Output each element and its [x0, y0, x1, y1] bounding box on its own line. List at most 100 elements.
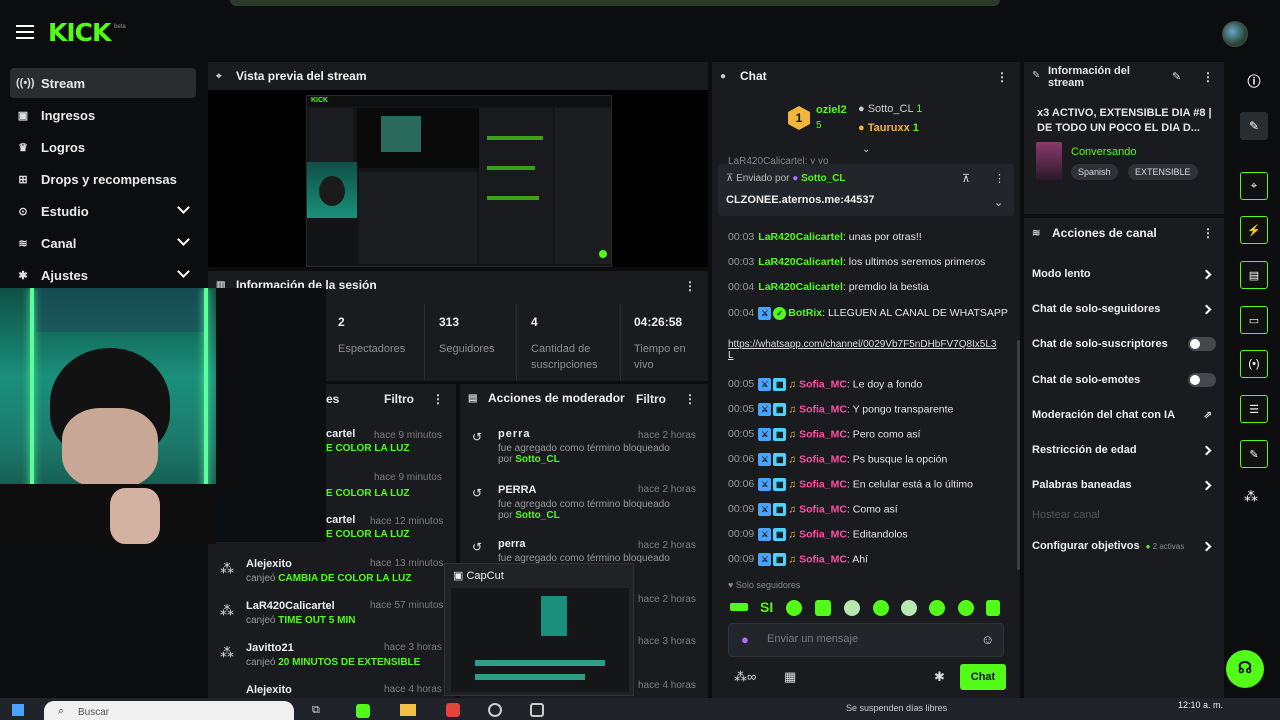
- windows-start-icon[interactable]: [12, 704, 24, 716]
- chevron-down-icon[interactable]: ⌄: [862, 144, 870, 155]
- history-icon: ↺: [472, 540, 483, 554]
- notepad-icon[interactable]: ▤: [1240, 261, 1268, 289]
- layout-icon[interactable]: ☰: [1240, 395, 1268, 423]
- rewards-filter-button[interactable]: Filtro: [384, 392, 414, 406]
- info-icon[interactable]: ⓘ: [1240, 68, 1268, 96]
- chat-icon[interactable]: ▭: [1240, 306, 1268, 334]
- category-thumbnail[interactable]: [1036, 142, 1062, 180]
- emote-bar: SI: [728, 598, 1004, 618]
- emote-si[interactable]: SI: [760, 599, 773, 615]
- followers-only-label: Solo seguidores: [735, 580, 801, 590]
- tag-chip[interactable]: Spanish: [1071, 164, 1118, 180]
- capcut-window[interactable]: ▣ CapCut: [444, 563, 634, 696]
- age-restriction-row[interactable]: Restricción de edad: [1032, 440, 1216, 460]
- kick-logo[interactable]: KICK: [48, 18, 111, 47]
- headset-icon[interactable]: ☊: [1226, 650, 1264, 688]
- subscribers-only-row[interactable]: Chat de solo-suscriptores: [1032, 334, 1216, 354]
- sidebar-item-canal[interactable]: ≋ Canal: [10, 228, 196, 258]
- gear-icon[interactable]: ✱: [934, 669, 945, 685]
- app-icon[interactable]: [446, 703, 460, 717]
- pinned-menu-icon[interactable]: ⋮: [994, 172, 1005, 185]
- chevron-right-icon: [1201, 445, 1212, 455]
- pencil-icon[interactable]: ✎: [1240, 112, 1268, 140]
- session-menu-icon[interactable]: ⋮: [684, 279, 696, 293]
- emote-icon[interactable]: [901, 600, 917, 616]
- emote-icon[interactable]: [815, 600, 831, 616]
- webcam-overlay: [0, 288, 216, 544]
- folder-icon[interactable]: [400, 704, 416, 716]
- sidebar-item-drops[interactable]: ⊞ Drops y recompensas: [10, 164, 196, 194]
- channel-icon: ≋: [1032, 227, 1041, 239]
- notepad-icon: ▤: [468, 392, 478, 404]
- ai-moderation-row[interactable]: Moderación del chat con IA ⇗: [1032, 405, 1216, 425]
- emoji-icon[interactable]: ☺: [981, 632, 994, 647]
- sidebar-item-estudio[interactable]: ⊙ Estudio: [10, 196, 196, 226]
- chat-link[interactable]: https://whatsapp.com/channel/0029Vb7F5nD…: [728, 339, 1002, 361]
- sidebar-item-logros[interactable]: ♛ Logros: [10, 132, 196, 162]
- chevron-down-icon[interactable]: ⌄: [994, 196, 1003, 209]
- tag-chip[interactable]: EXTENSIBLE: [1128, 164, 1198, 180]
- notification-text[interactable]: Se suspenden días libres: [846, 703, 947, 713]
- emote-icon[interactable]: [873, 600, 889, 616]
- capcut-icon: ▣: [453, 570, 464, 582]
- slow-mode-row[interactable]: Modo lento: [1032, 264, 1216, 284]
- emote-icon[interactable]: [730, 603, 748, 611]
- broadcast-icon[interactable]: (•): [1240, 350, 1268, 378]
- subscribers-only-toggle[interactable]: [1188, 337, 1216, 351]
- chat-menu-icon[interactable]: ⋮: [996, 70, 1008, 84]
- chat-message: 00:04 LaR420Calicartel: premdio la bestia: [728, 281, 929, 293]
- chat-message: 00:09 ⚔ ▦ ♫ Sofia_MC: Editandolos: [728, 528, 908, 541]
- task-view-icon[interactable]: ⧉: [312, 704, 320, 717]
- chat-input[interactable]: ● Enviar un mensaje ☺: [728, 623, 1004, 657]
- unpin-icon[interactable]: ⊼: [962, 172, 970, 185]
- channel-actions-menu-icon[interactable]: ⋮: [1202, 226, 1214, 240]
- moderator-badge-icon: ⚔: [758, 306, 772, 320]
- send-chat-button[interactable]: Chat: [960, 664, 1006, 690]
- chat-icon: ●: [720, 70, 727, 82]
- stream-preview-video[interactable]: KICK: [306, 95, 612, 267]
- sidebar-item-stream[interactable]: ((•)) Stream: [10, 68, 196, 98]
- store-icon[interactable]: ▦: [784, 669, 796, 685]
- chat-message: 00:05 ⚔ ▦ ♫ Sofia_MC: Y pongo transparente: [728, 403, 954, 416]
- bolt-icon[interactable]: ⚡: [1240, 216, 1268, 244]
- chat-message: 00:03 LaR420Calicartel: los ultimos serem…: [728, 256, 986, 268]
- share-icon[interactable]: ⁂∞: [734, 669, 756, 685]
- mod-menu-icon[interactable]: ⋮: [684, 392, 696, 406]
- stream-info-menu-icon[interactable]: ⋮: [1202, 70, 1214, 84]
- rewards-menu-icon[interactable]: ⋮: [432, 392, 444, 406]
- chat-scrollbar[interactable]: [1017, 340, 1020, 570]
- clock[interactable]: 12:10 a. m.: [1178, 700, 1223, 710]
- banned-words-row[interactable]: Palabras baneadas: [1032, 475, 1216, 495]
- chat-message: 00:09 ⚔ ▦ ♫ Sofia_MC: Ahí: [728, 553, 868, 566]
- mod-filter-button[interactable]: Filtro: [636, 392, 666, 406]
- share-icon[interactable]: ⁂: [1244, 488, 1258, 505]
- pencil-icon[interactable]: ✎: [1172, 70, 1181, 83]
- wallet-icon: ▣: [17, 109, 29, 122]
- emote-icon[interactable]: [958, 600, 974, 616]
- sidebar-item-ajustes[interactable]: ✱ Ajustes: [10, 260, 196, 290]
- menu-icon[interactable]: [16, 25, 34, 39]
- sidebar-item-ingresos[interactable]: ▣ Ingresos: [10, 100, 196, 130]
- emotes-only-row[interactable]: Chat de solo-emotes: [1032, 370, 1216, 390]
- wrench-icon[interactable]: ✎: [1240, 440, 1268, 468]
- category-link[interactable]: Conversando: [1071, 146, 1136, 158]
- chat-message: 00:05 ⚔ ▦ ♫ Sofia_MC: Le doy a fondo: [728, 378, 923, 391]
- pinned-text: CLZONEE.aternos.me:44537: [726, 194, 875, 206]
- app-icon[interactable]: [488, 703, 502, 717]
- stream-info-title: Información del stream: [1048, 65, 1130, 89]
- logo-beta-tag: beta: [114, 24, 126, 30]
- top-gifter-name[interactable]: oziel2: [816, 104, 847, 116]
- followers-only-row[interactable]: Chat de solo-seguidores: [1032, 299, 1216, 319]
- emote-icon[interactable]: [844, 600, 860, 616]
- app-icon[interactable]: [356, 704, 370, 718]
- taskbar-search[interactable]: ⌕ Buscar: [44, 701, 294, 720]
- emote-icon[interactable]: [786, 600, 802, 616]
- configure-goals-row[interactable]: Configurar objetivos ● 2 activas: [1032, 536, 1216, 556]
- target-icon[interactable]: ⌖: [1240, 172, 1268, 200]
- emotes-only-toggle[interactable]: [1188, 373, 1216, 387]
- emote-icon[interactable]: [929, 600, 945, 616]
- emote-icon[interactable]: [986, 600, 1000, 616]
- user-avatar[interactable]: [1222, 21, 1248, 47]
- history-icon: ↺: [472, 486, 483, 500]
- app-icon[interactable]: [530, 703, 544, 717]
